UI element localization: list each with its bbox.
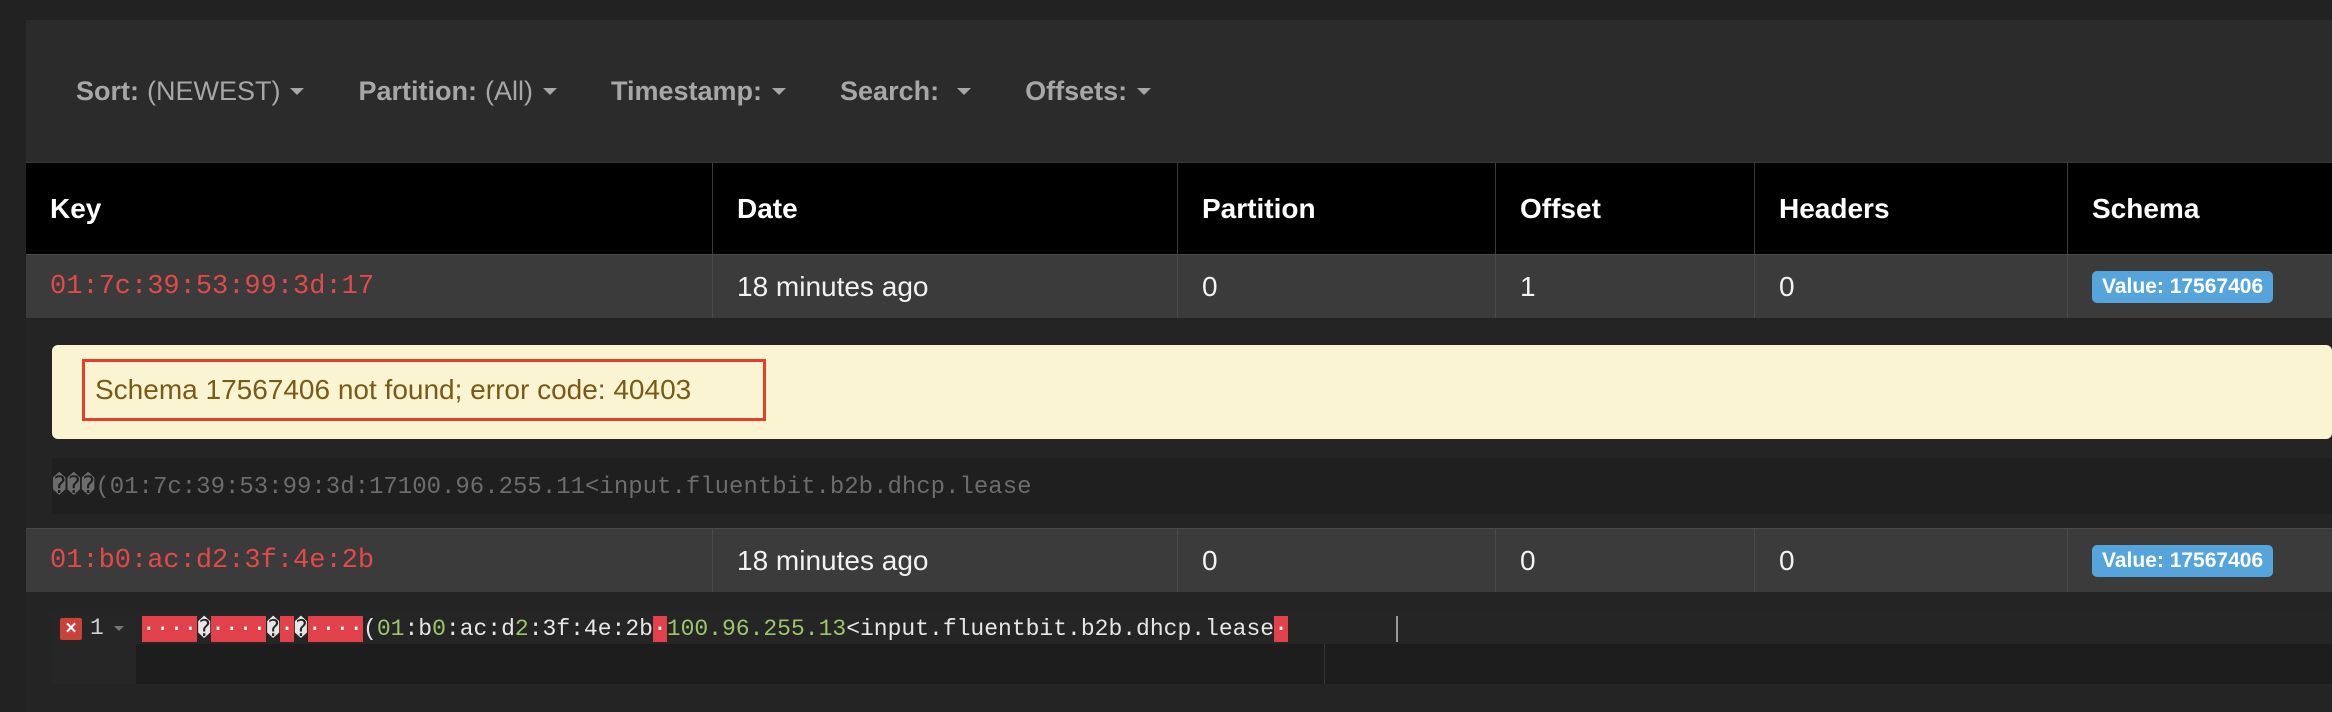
partition-value: (All) xyxy=(484,75,533,106)
schema-cell: Value: 17567406 xyxy=(2068,529,2332,593)
partition-cell: 0 xyxy=(1178,255,1496,319)
table-header: Key Date Partition Offset Headers Schema xyxy=(26,162,2332,255)
offsets-label: Offsets: xyxy=(1025,75,1128,106)
schema-badge: Value: 17567406 xyxy=(2092,271,2274,303)
code-text: <input.fluentbit.b2b.dhcp.lease xyxy=(846,616,1275,642)
date-cell: 18 minutes ago xyxy=(713,255,1178,319)
message-key: 01:7c:39:53:99:3d:17 xyxy=(50,272,375,302)
column-header-headers[interactable]: Headers xyxy=(1755,163,2068,255)
control-char: · xyxy=(280,616,294,642)
schema-badge: Value: 17567406 xyxy=(2092,545,2274,577)
text-cursor xyxy=(1396,616,1398,642)
line-number: 1 xyxy=(90,615,104,641)
editor-line[interactable]: ···· � ···· � · � ····(01:b 0:ac:d 2:3f:4e:2b · 10… xyxy=(142,614,1288,644)
column-header-date[interactable]: Date xyxy=(713,163,1178,255)
control-char: ···· xyxy=(142,616,198,642)
code-number: 100.96.255.13 xyxy=(666,616,847,642)
control-char: · xyxy=(1274,616,1288,642)
editor-divider xyxy=(1324,644,1325,684)
control-char: ···· xyxy=(211,616,267,642)
invalid-char: � xyxy=(197,616,212,643)
error-alert: Schema 17567406 not found; error code: 4… xyxy=(52,345,2332,439)
sort-value: (NEWEST) xyxy=(147,75,281,106)
invalid-char: � xyxy=(293,616,308,643)
code-number: 2 xyxy=(514,616,529,642)
sort-dropdown[interactable]: Sort: (NEWEST) xyxy=(76,75,305,107)
table-row[interactable]: 01:b0:ac:d2:3f:4e:2b 18 minutes ago 0 0 … xyxy=(26,528,2332,593)
control-char: · xyxy=(652,616,667,642)
search-dropdown[interactable]: Search: xyxy=(840,75,972,107)
partition-label: Partition: xyxy=(358,75,477,106)
message-detail: × 1 ···· � ···· � · � ····(01:b 0:ac:d 2:3f:4e:2… xyxy=(26,592,2332,712)
message-detail: Schema 17567406 not found; error code: 4… xyxy=(26,318,2332,528)
chevron-down-icon xyxy=(957,87,972,95)
chevron-down-icon xyxy=(290,87,305,95)
code-text: :ac:d xyxy=(445,616,515,642)
column-header-partition[interactable]: Partition xyxy=(1178,163,1496,255)
code-number: 01 xyxy=(376,616,405,642)
close-icon: × xyxy=(60,618,82,640)
column-header-offset[interactable]: Offset xyxy=(1496,163,1755,255)
timestamp-label: Timestamp: xyxy=(610,75,763,106)
error-message: Schema 17567406 not found; error code: 4… xyxy=(82,359,766,421)
filter-toolbar: Sort: (NEWEST) Partition: (All) Timestam… xyxy=(26,20,2332,162)
message-key: 01:b0:ac:d2:3f:4e:2b xyxy=(50,546,375,576)
code-text: :3f:4e:2b xyxy=(528,616,653,642)
control-char: ···· xyxy=(307,616,364,642)
partition-cell: 0 xyxy=(1178,529,1496,593)
table-row[interactable]: 01:7c:39:53:99:3d:17 18 minutes ago 0 1 … xyxy=(26,254,2332,319)
invalid-char: � xyxy=(266,616,281,643)
raw-message-value: ���(01:7c:39:53:99:3d:17100.96.255.11<in… xyxy=(52,458,2332,514)
date-cell: 18 minutes ago xyxy=(713,529,1178,593)
sort-label: Sort: xyxy=(76,75,139,106)
code-number: 0 xyxy=(432,616,446,642)
timestamp-dropdown[interactable]: Timestamp: xyxy=(610,75,787,107)
code-text: :b xyxy=(404,616,433,642)
column-header-key[interactable]: Key xyxy=(26,163,713,255)
search-label: Search: xyxy=(840,75,940,106)
chevron-down-icon xyxy=(542,87,557,95)
key-cell: 01:b0:ac:d2:3f:4e:2b xyxy=(26,529,713,593)
key-cell: 01:7c:39:53:99:3d:17 xyxy=(26,255,713,319)
offset-cell: 0 xyxy=(1496,529,1755,593)
headers-cell: 0 xyxy=(1755,529,2068,593)
messages-panel: Sort: (NEWEST) Partition: (All) Timestam… xyxy=(26,20,2332,712)
column-header-schema[interactable]: Schema xyxy=(2068,163,2332,255)
fold-chevron-icon[interactable] xyxy=(114,626,124,631)
partition-dropdown[interactable]: Partition: (All) xyxy=(358,76,557,107)
editor-gutter: × 1 xyxy=(52,614,136,684)
value-editor[interactable]: × 1 ···· � ···· � · � ····(01:b 0:ac:d 2:3f:4e:2… xyxy=(52,614,2332,684)
schema-cell: Value: 17567406 xyxy=(2068,255,2332,319)
headers-cell: 0 xyxy=(1755,255,2068,319)
code-text: ( xyxy=(363,616,377,642)
chevron-down-icon xyxy=(1137,87,1152,95)
offsets-dropdown[interactable]: Offsets: xyxy=(1025,75,1152,107)
offset-cell: 1 xyxy=(1496,255,1755,319)
chevron-down-icon xyxy=(772,87,787,95)
